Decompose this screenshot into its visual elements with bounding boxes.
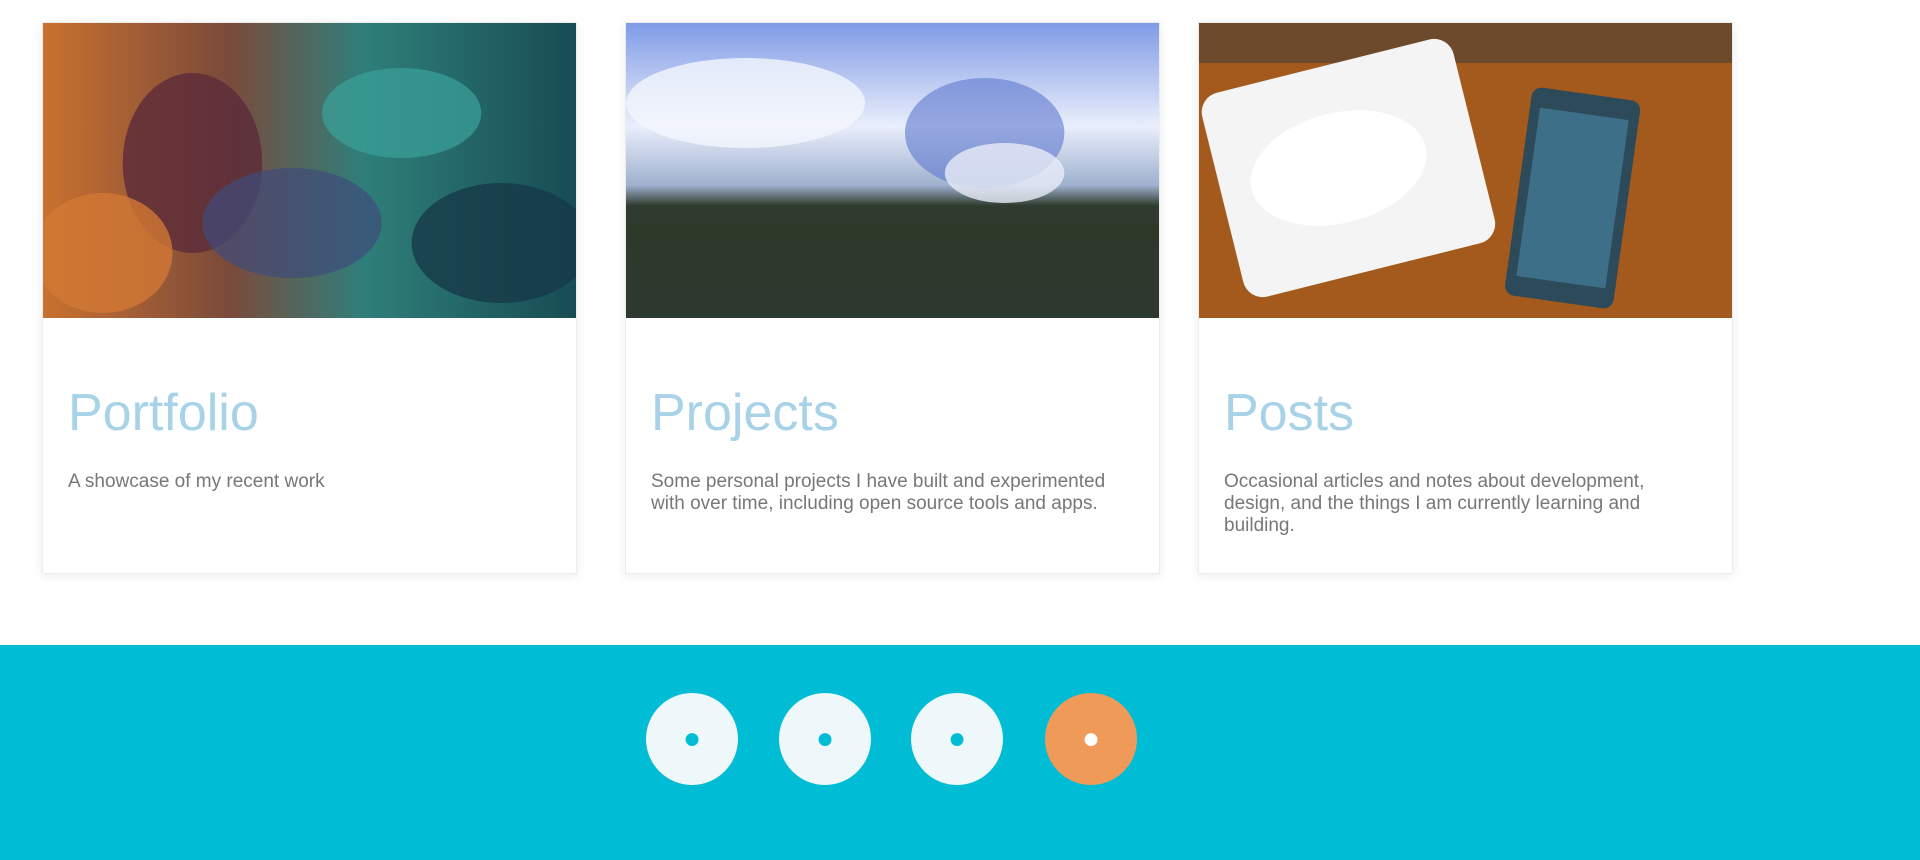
card-title[interactable]: Portfolio xyxy=(68,383,259,443)
card-title[interactable]: Posts xyxy=(1224,383,1354,443)
card-portfolio[interactable]: Portfolio A showcase of my recent work xyxy=(42,22,577,574)
social-icon-1: ● xyxy=(682,722,702,755)
social-icon-4: ● xyxy=(1081,722,1101,755)
footer: ● ● ● ● xyxy=(0,645,1920,860)
card-title[interactable]: Projects xyxy=(651,383,839,443)
social-button-3[interactable]: ● xyxy=(911,693,1003,785)
social-button-4[interactable]: ● xyxy=(1045,693,1137,785)
portfolio-image[interactable] xyxy=(43,23,576,318)
social-links: ● ● ● ● xyxy=(0,693,1920,785)
card-description: Some personal projects I have built and … xyxy=(651,471,1106,514)
card-posts[interactable]: Posts Occasional articles and notes abou… xyxy=(1198,22,1733,574)
card-projects[interactable]: Projects Some personal projects I have b… xyxy=(625,22,1160,574)
card-grid: Portfolio A showcase of my recent work P… xyxy=(0,0,1920,620)
projects-image[interactable] xyxy=(626,23,1159,318)
social-button-2[interactable]: ● xyxy=(779,693,871,785)
card-description: Occasional articles and notes about deve… xyxy=(1224,471,1645,536)
social-button-1[interactable]: ● xyxy=(646,693,738,785)
social-icon-2: ● xyxy=(815,722,835,755)
social-icon-3: ● xyxy=(947,722,967,755)
posts-image[interactable] xyxy=(1199,23,1732,318)
card-description: A showcase of my recent work xyxy=(68,471,325,492)
